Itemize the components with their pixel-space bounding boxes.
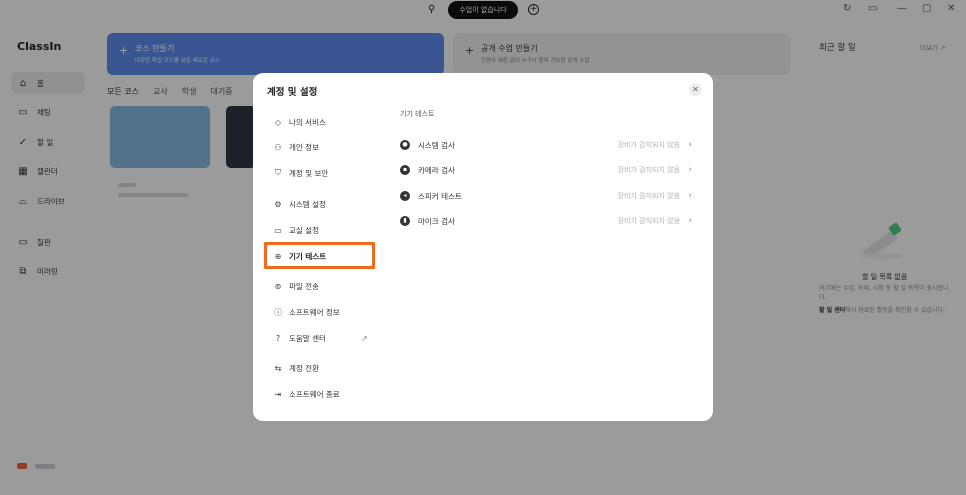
device-test-section-title: 기기 테스트	[400, 110, 435, 118]
account-settings-dialog: 계정 및 설정 ✕ ◇ 나의 서비스 ⚇ 개인 정보 ⛉ 계정 및 보안 ⚙ 시…	[253, 73, 713, 421]
transfer-icon: ⊚	[274, 281, 282, 291]
menu-item-label: 도움말 센터	[289, 333, 326, 343]
external-link-icon: ↗	[361, 333, 368, 343]
menu-item-account-security[interactable]: ⛉ 계정 및 보안	[273, 166, 328, 180]
device-status: 장비가 감지되지 않음	[617, 166, 680, 174]
menu-item-system-settings[interactable]: ⚙ 시스템 설정	[273, 197, 326, 211]
speaker-icon: ◂	[400, 191, 410, 201]
menu-item-file-transfer[interactable]: ⊚ 파일 전송	[273, 279, 319, 293]
info-icon: ⓘ	[274, 307, 282, 317]
menu-item-label: 시스템 설정	[289, 199, 326, 209]
diamond-icon: ◇	[274, 117, 282, 127]
menu-item-label: 교실 설정	[289, 225, 319, 235]
menu-item-software-info[interactable]: ⓘ 소프트웨어 정보	[273, 305, 340, 319]
shield-icon: ⛉	[275, 168, 281, 177]
mic-icon: ▮	[400, 216, 410, 226]
monitor-icon: ▭	[274, 225, 282, 235]
menu-item-label: 소프트웨어 종료	[289, 389, 340, 399]
chevron-right-icon: ›	[688, 216, 692, 226]
device-row-speaker[interactable]: ◂ 스피커 테스트 장비가 감지되지 않음 ›	[400, 189, 702, 203]
menu-item-personal-info[interactable]: ⚇ 개인 정보	[273, 140, 319, 154]
device-status: 장비가 감지되지 않음	[617, 217, 680, 225]
device-status: 장비가 감지되지 않음	[617, 141, 680, 149]
menu-item-label: 나의 서비스	[289, 117, 326, 127]
camera-icon: ▪	[400, 165, 410, 175]
user-icon: ⚇	[274, 142, 282, 152]
menu-item-help-center[interactable]: ? 도움말 센터 ↗	[273, 331, 368, 345]
menu-item-exit-software[interactable]: ⇥ 소프트웨어 종료	[273, 387, 340, 401]
device-row-camera[interactable]: ▪ 카메라 검사 장비가 감지되지 않음 ›	[400, 163, 702, 177]
menu-item-label: 파일 전송	[289, 281, 319, 291]
system-check-icon: ●	[400, 140, 410, 150]
chevron-right-icon: ›	[688, 191, 692, 201]
menu-item-switch-account[interactable]: ⇆ 계정 전환	[273, 361, 319, 375]
menu-item-classroom-settings[interactable]: ▭ 교실 설정	[273, 223, 319, 237]
close-icon[interactable]: ✕	[689, 83, 702, 96]
menu-item-label: 계정 및 보안	[289, 168, 329, 178]
device-row-microphone[interactable]: ▮ 마이크 검사 장비가 감지되지 않음 ›	[400, 214, 702, 228]
help-icon: ?	[275, 333, 281, 343]
chevron-right-icon: ›	[688, 165, 692, 175]
device-row-system-check[interactable]: ● 시스템 검사 장비가 감지되지 않음 ›	[400, 138, 702, 152]
exit-icon: ⇥	[274, 389, 282, 399]
device-label: 마이크 검사	[418, 216, 455, 226]
menu-item-label: 계정 전환	[289, 363, 319, 373]
chevron-right-icon: ›	[688, 140, 692, 150]
device-label: 시스템 검사	[418, 140, 455, 150]
menu-item-my-service[interactable]: ◇ 나의 서비스	[273, 115, 326, 129]
menu-item-label: 개인 정보	[289, 142, 319, 152]
gear-icon: ⚙	[274, 199, 282, 209]
switch-icon: ⇆	[274, 363, 282, 373]
selected-item-highlight	[264, 242, 375, 269]
device-label: 스피커 테스트	[418, 191, 462, 201]
menu-item-label: 소프트웨어 정보	[289, 307, 340, 317]
device-status: 장비가 감지되지 않음	[617, 192, 680, 200]
dialog-title: 계정 및 설정	[267, 87, 318, 98]
device-label: 카메라 검사	[418, 165, 455, 175]
